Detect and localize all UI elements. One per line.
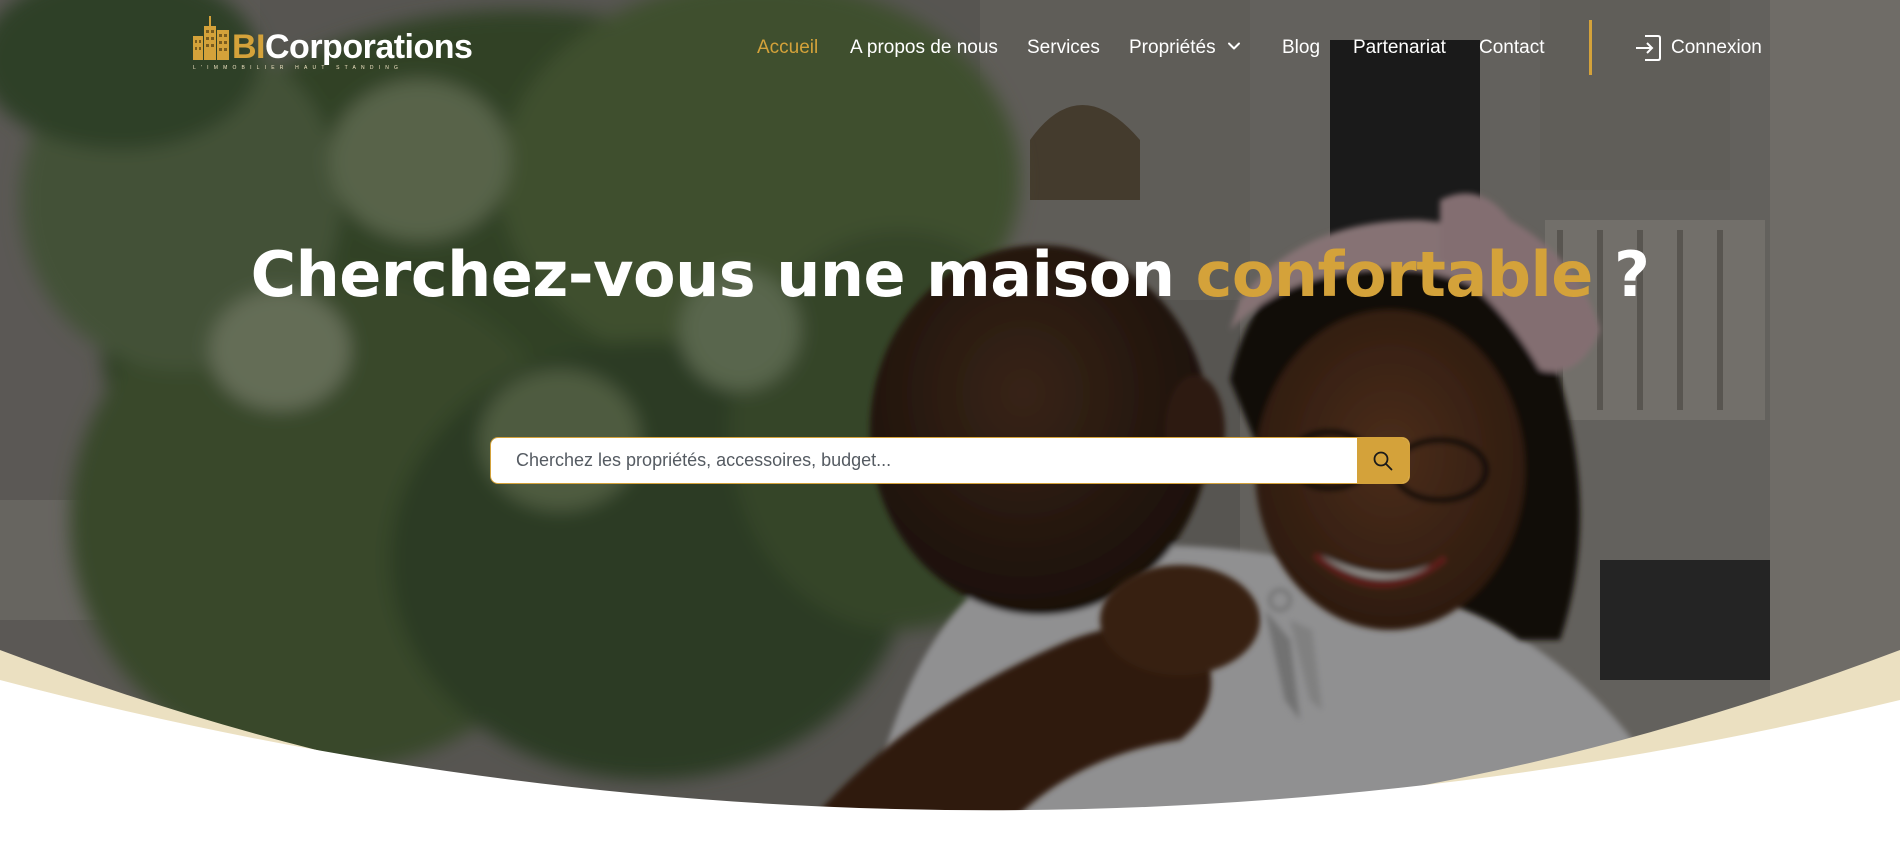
hero-headline: Cherchez-vous une maison confortable ?: [0, 238, 1900, 311]
nav-item-accueil[interactable]: Accueil: [757, 36, 818, 60]
login-label: Connexion: [1671, 37, 1762, 58]
nav-item-services[interactable]: Services: [1027, 36, 1100, 60]
headline-end: ?: [1592, 238, 1650, 311]
search-icon: [1373, 451, 1393, 470]
chevron-down-icon: [1227, 42, 1240, 50]
search-input[interactable]: [491, 438, 1359, 483]
headline-start: Cherchez-vous une maison: [250, 238, 1196, 311]
search-button[interactable]: [1357, 438, 1409, 483]
nav-item-proprietes[interactable]: Propriétés: [1129, 36, 1242, 60]
login-button[interactable]: Connexion: [1633, 33, 1762, 63]
brand-tagline: L'IMMOBILIER HAUT STANDING: [193, 65, 404, 71]
site-header: BICorporations L'IMMOBILIER HAUT STANDIN…: [0, 0, 1900, 100]
nav-item-blog[interactable]: Blog: [1282, 36, 1320, 60]
hero-background-image: [0, 0, 1900, 862]
nav-item-proprietes-label: Propriétés: [1129, 37, 1216, 58]
nav-divider: [1589, 20, 1592, 75]
login-icon: [1636, 35, 1661, 61]
headline-accent: confortable: [1195, 238, 1594, 311]
main-nav: Accueil A propos de nous Services Propri…: [0, 36, 1900, 60]
hero-section: BICorporations L'IMMOBILIER HAUT STANDIN…: [0, 0, 1900, 862]
nav-item-contact[interactable]: Contact: [1479, 36, 1544, 60]
nav-item-a-propos[interactable]: A propos de nous: [850, 36, 998, 60]
nav-item-partenariat[interactable]: Partenariat: [1353, 36, 1446, 60]
property-search-bar: [490, 437, 1410, 484]
